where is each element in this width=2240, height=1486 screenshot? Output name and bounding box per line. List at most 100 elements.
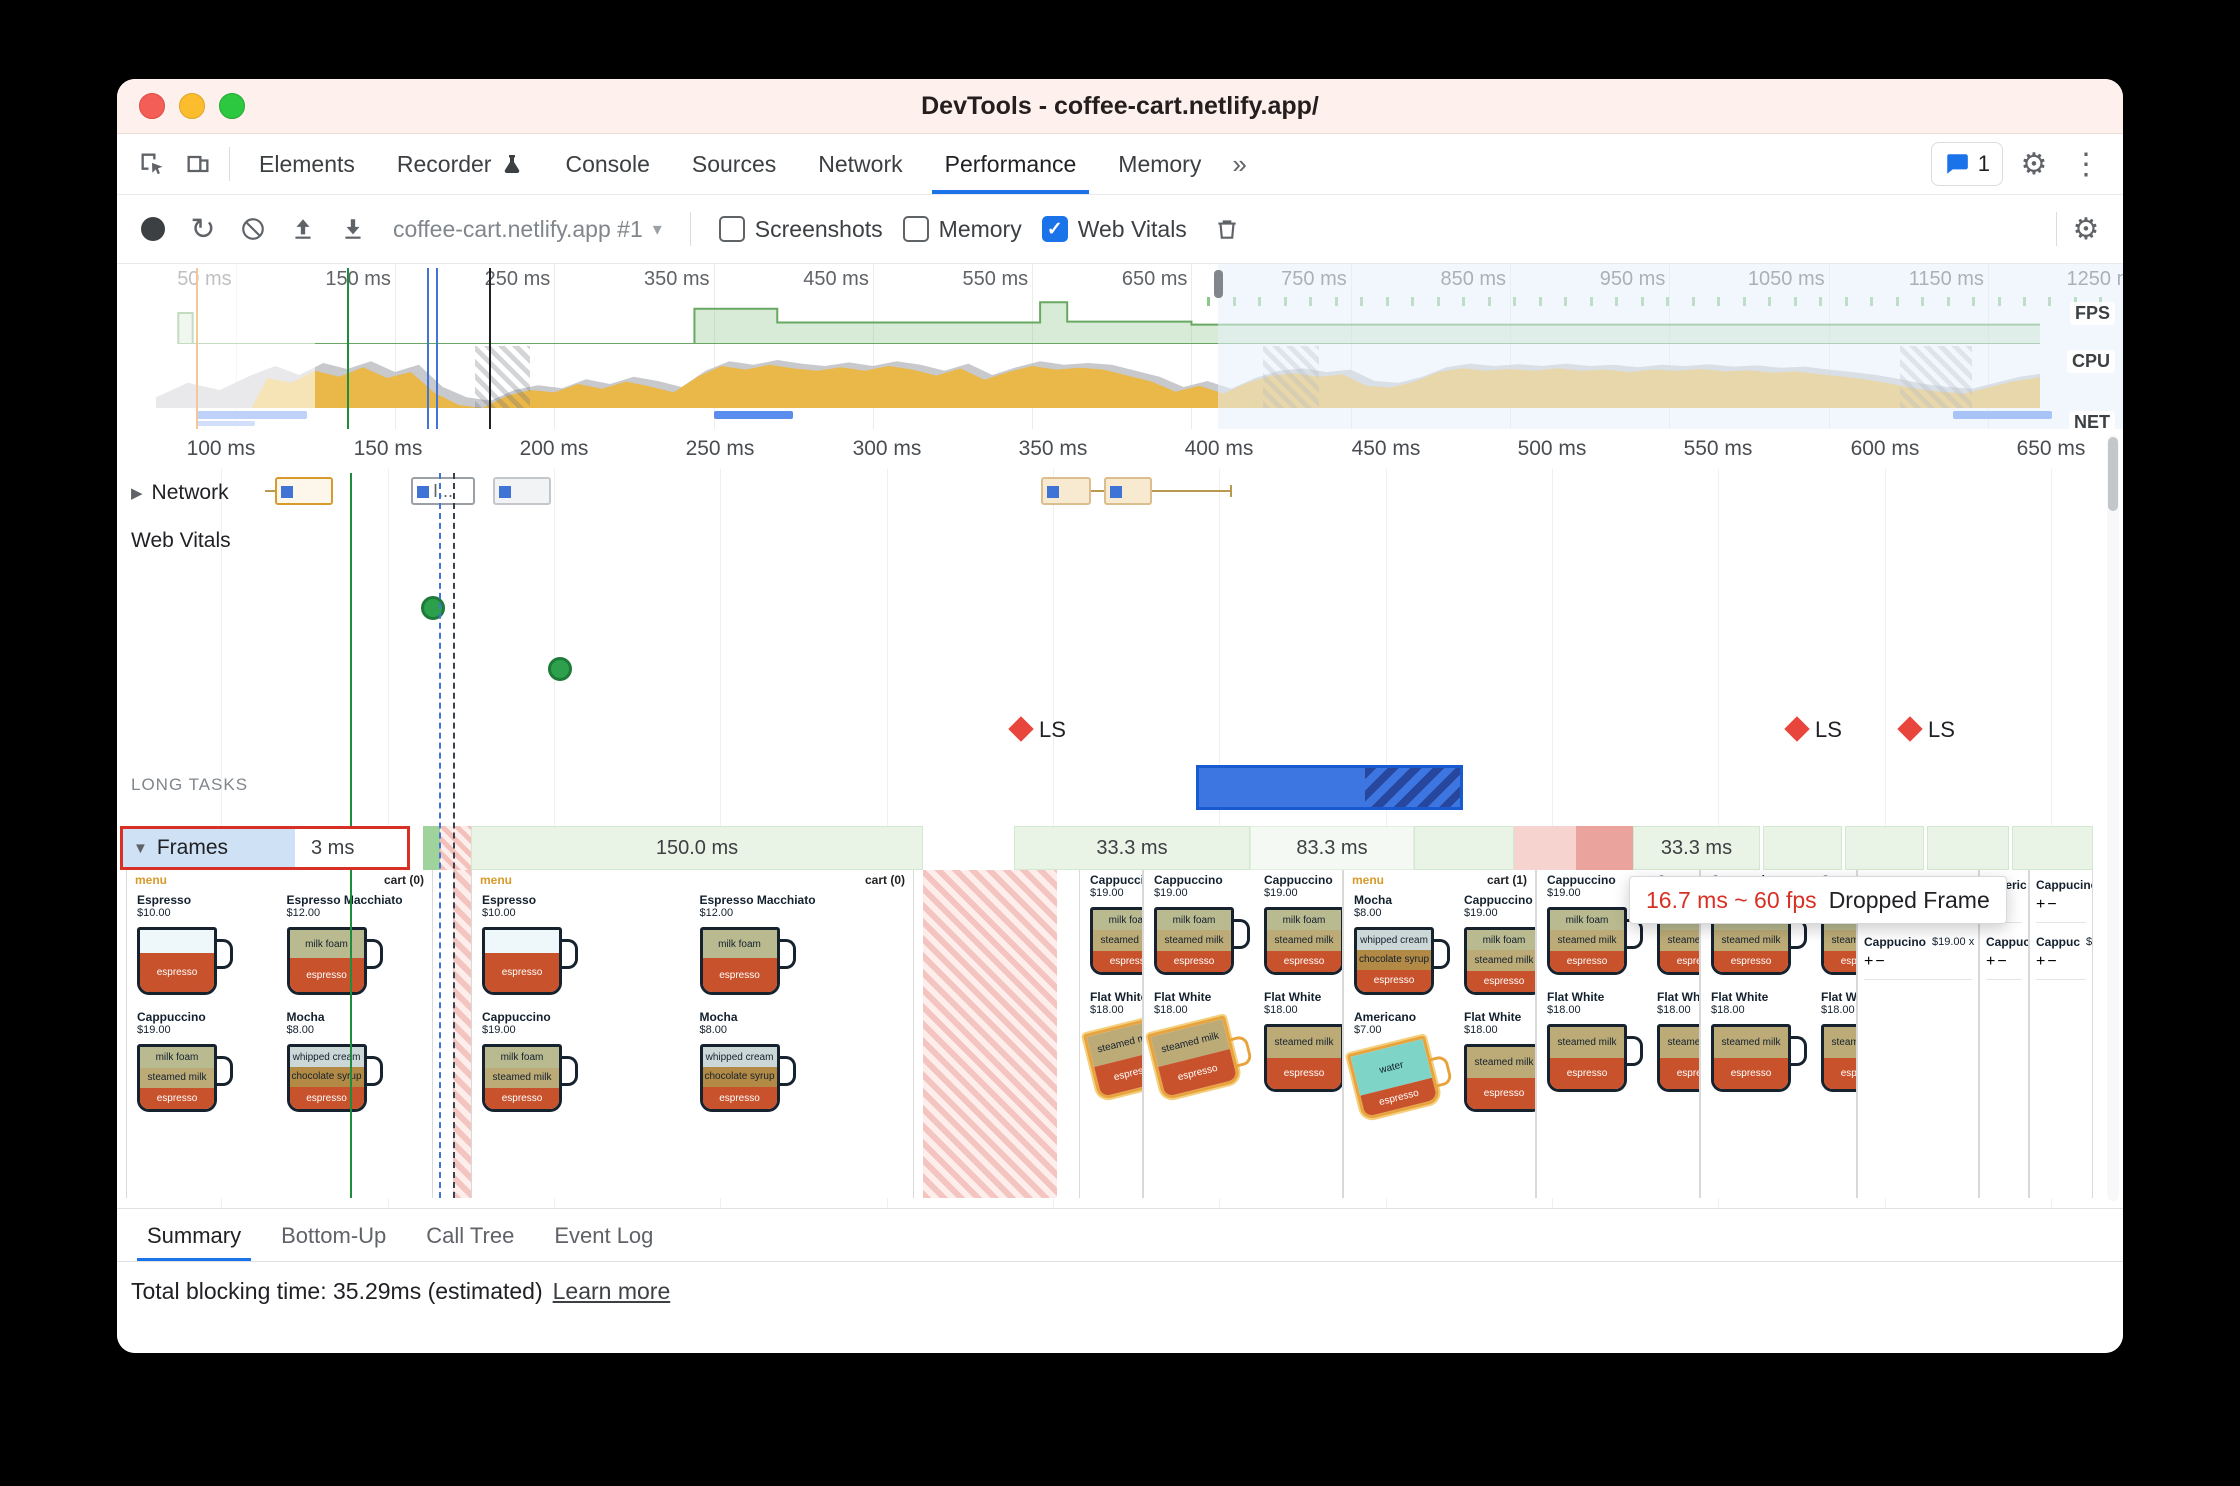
frame-duration-segment[interactable]	[1763, 826, 1842, 870]
long-task-bar[interactable]	[1196, 765, 1463, 810]
drawer-tab-event-log[interactable]: Event Log	[534, 1209, 673, 1262]
close-window-button[interactable]	[139, 93, 165, 119]
tab-recorder[interactable]: Recorder	[376, 134, 545, 194]
layout-shift-icon[interactable]	[1784, 716, 1810, 742]
minus-button[interactable]: −	[2047, 896, 2056, 914]
frame-duration-segment[interactable]	[1414, 826, 1514, 870]
tab-performance[interactable]: Performance	[924, 134, 1098, 194]
network-request-bar[interactable]: I...	[411, 477, 475, 505]
reload-and-record-icon[interactable]: ↻	[183, 209, 223, 249]
cart-item-line: Cappucino$19.00 x 1	[2036, 878, 2092, 892]
frame-duration-segment[interactable]: 150.0 ms	[471, 826, 923, 870]
filmstrip-screenshot[interactable]: Cappuccino$19.00milk foamsteamed milkesp…	[1079, 870, 1143, 1198]
screenshot-app-header: menu cart (0)	[127, 870, 432, 890]
frame-duration-segment[interactable]	[2012, 826, 2093, 870]
coffee-grid: Cappuccino$19.00milk foamsteamed milkesp…	[1144, 870, 1342, 1102]
inspect-element-icon[interactable]	[129, 141, 175, 187]
coffee-price: $18.00	[1090, 1004, 1124, 1017]
frame-duration-segment[interactable]: 33.3 ms	[1014, 826, 1250, 870]
overview-window-handle[interactable]	[1214, 270, 1223, 298]
frame-duration-segment[interactable]: 33.3 ms	[1633, 826, 1760, 870]
timeline-overview[interactable]: 50 ms150 ms250 ms350 ms450 ms550 ms650 m…	[117, 264, 2123, 430]
quantity-stepper[interactable]: +−	[1986, 953, 2022, 971]
network-request-bar[interactable]	[275, 477, 333, 505]
web-vital-marker[interactable]	[548, 657, 572, 681]
checkbox-web-vitals[interactable]: ✓ Web Vitals	[1041, 216, 1187, 243]
more-tabs-chevron[interactable]: »	[1222, 149, 1256, 180]
filmstrip-screenshot[interactable]: menu cart (0) Espresso $10.00 espresso Espres…	[126, 870, 433, 1198]
coffee-price: $19.00	[482, 1024, 516, 1037]
overview-ruler-label: 450 ms	[803, 268, 869, 290]
coffee-card: Flat White$18.00 steamed milkespresso	[1547, 990, 1643, 1098]
frame-duration-segment[interactable]	[423, 826, 440, 870]
cart-item-qty: $19.00 x 1	[1932, 936, 1979, 948]
zoom-window-button[interactable]	[219, 93, 245, 119]
drawer-tab-call-tree[interactable]: Call Tree	[406, 1209, 534, 1262]
frame-duration-segment[interactable]	[1927, 826, 2009, 870]
checkbox-box[interactable]	[718, 216, 745, 242]
request-whisker	[1152, 490, 1230, 492]
cup-layer: steamed milk	[1093, 930, 1142, 951]
plus-button[interactable]: +	[1986, 953, 1995, 971]
frame-duration-segment[interactable]	[1576, 826, 1633, 870]
filmstrip-screenshot[interactable]: menu cart (1) Mocha $8.00 whipped cream choco…	[1343, 870, 1536, 1198]
collapse-down-icon[interactable]: ▼	[133, 840, 148, 857]
clear-recording-icon[interactable]	[233, 209, 273, 249]
plus-button[interactable]: +	[2036, 896, 2045, 914]
tab-elements[interactable]: Elements	[238, 134, 376, 194]
network-request-bar[interactable]	[1104, 477, 1152, 505]
device-toolbar-icon[interactable]	[175, 141, 221, 187]
tab-network[interactable]: Network	[797, 134, 923, 194]
quantity-stepper[interactable]: +−	[1864, 953, 1972, 971]
checkbox-box[interactable]: ✓	[1041, 216, 1068, 242]
frame-duration-segment[interactable]	[440, 826, 471, 870]
cup-layer: steamed milk	[1660, 930, 1699, 951]
profile-select[interactable]: coffee-cart.netlify.app #1 ▾	[393, 216, 662, 243]
checkbox-memory[interactable]: Memory	[902, 216, 1022, 243]
tab-memory[interactable]: Memory	[1097, 134, 1222, 194]
tab-sources[interactable]: Sources	[671, 134, 797, 194]
filmstrip-screenshot[interactable]: menu cart (0) Espresso $10.00 espresso Espres…	[471, 870, 914, 1198]
frame-duration-segment[interactable]	[1514, 826, 1576, 870]
learn-more-link[interactable]: Learn more	[553, 1278, 671, 1304]
detail-scrollbar-track[interactable]	[2107, 435, 2119, 1201]
network-request-bar[interactable]	[1041, 477, 1091, 505]
capture-settings-gear-icon[interactable]: ⚙	[2065, 212, 2107, 247]
tabbar-divider	[229, 147, 230, 181]
minus-button[interactable]: −	[1997, 953, 2006, 971]
settings-gear-icon[interactable]: ⚙	[2013, 147, 2055, 182]
record-button[interactable]	[141, 217, 165, 241]
drawer-tab-summary[interactable]: Summary	[127, 1209, 261, 1262]
issues-button[interactable]: 1	[1930, 142, 2003, 186]
save-profile-icon[interactable]	[333, 209, 373, 249]
drawer-tab-bottom-up[interactable]: Bottom-Up	[261, 1209, 406, 1262]
detail-ruler-label: 300 ms	[852, 437, 922, 460]
filmstrip-screenshot[interactable]: Cappuccino$19.00milk foamsteamed milkesp…	[1143, 870, 1343, 1198]
checkbox-box[interactable]	[902, 216, 929, 242]
minus-button[interactable]: −	[1875, 953, 1884, 971]
detail-scrollbar-thumb[interactable]	[2108, 437, 2118, 511]
overview-ruler-label: 350 ms	[643, 268, 710, 290]
frame-duration-segment[interactable]	[1845, 826, 1924, 870]
tab-console[interactable]: Console	[544, 134, 670, 194]
expand-right-icon[interactable]: ▶	[131, 484, 143, 502]
plus-button[interactable]: +	[1864, 953, 1873, 971]
plus-button[interactable]: +	[2036, 953, 2045, 971]
frames-track-header[interactable]: ▼ Frames	[123, 829, 295, 867]
trash-icon[interactable]	[1207, 209, 1247, 249]
load-profile-icon[interactable]	[283, 209, 323, 249]
layout-shift-icon[interactable]	[1008, 716, 1034, 742]
cart-item-line: Cappuc$19.00	[1986, 935, 2028, 949]
layout-shift-icon[interactable]	[1897, 716, 1923, 742]
minimize-window-button[interactable]	[179, 93, 205, 119]
network-request-bar[interactable]	[493, 477, 551, 505]
minus-button[interactable]: −	[2047, 953, 2056, 971]
web-vital-marker[interactable]	[421, 596, 445, 620]
quantity-stepper[interactable]: +−	[2036, 896, 2086, 914]
filmstrip-screenshot[interactable]: Cappucino$19.00 x 1+−Cappuc$19.00+−	[2029, 870, 2093, 1198]
quantity-stepper[interactable]: +−	[2036, 953, 2086, 971]
frame-duration-segment[interactable]: 83.3 ms	[1250, 826, 1414, 870]
kebab-menu-icon[interactable]: ⋮	[2065, 147, 2107, 182]
checkbox-screenshots[interactable]: Screenshots	[718, 216, 883, 243]
network-track-label[interactable]: ▶ Network	[131, 481, 229, 505]
